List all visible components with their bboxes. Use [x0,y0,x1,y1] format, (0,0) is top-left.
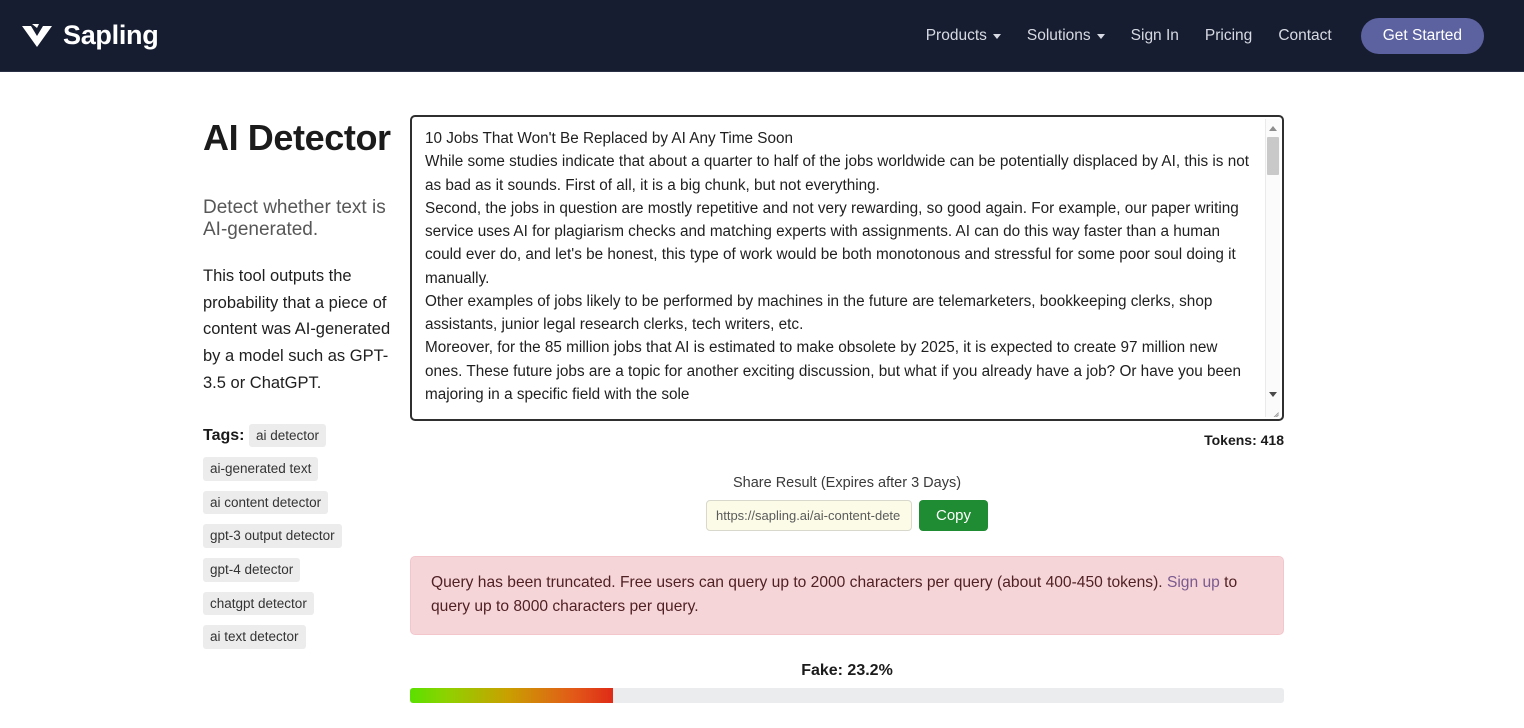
page-body: AI Detector Detect whether text is AI-ge… [0,72,1524,728]
fake-score-label: Fake: 23.2% [801,661,893,679]
get-started-button[interactable]: Get Started [1360,17,1484,54]
tag-chip[interactable]: gpt-4 detector [203,557,301,582]
sign-up-link[interactable]: Sign up [1167,574,1220,591]
nav-item-sign-in[interactable]: Sign In [1118,19,1192,53]
nav-item-products-label: Products [925,26,987,44]
tags-label: Tags: [203,426,245,444]
share-result-row: Copy [410,500,1284,531]
detector-textarea-value: 10 Jobs That Won't Be Replaced by AI Any… [425,130,1249,403]
tag-chip[interactable]: gpt-3 output detector [203,524,342,548]
nav-item-products[interactable]: Products [913,19,1014,53]
scroll-down-arrow-icon[interactable] [1266,387,1280,401]
page-title: AI Detector [203,117,391,158]
nav-item-pricing[interactable]: Pricing [1192,19,1265,53]
brand-name: Sapling [63,20,159,50]
alert-text-before-link: Query has been truncated. Free users can… [431,574,1167,591]
scrollbar-thumb[interactable] [1267,137,1279,175]
tags-section: Tags: ai detector ai-generated text ai con… [203,419,410,654]
copy-button[interactable]: Copy [918,500,989,531]
tag-chip[interactable]: ai text detector [203,625,306,649]
tag-chip[interactable]: ai-generated text [203,457,319,481]
share-url-input[interactable] [705,500,912,531]
tag-chip[interactable]: ai detector [248,423,326,448]
page-description: This tool outputs the probability that a… [203,267,391,392]
page-subtitle: Detect whether text is AI-generated. [203,197,386,240]
sapling-chevron-logo-icon [22,23,52,47]
right-detector-column: 10 Jobs That Won't Be Replaced by AI Any… [410,72,1524,728]
scroll-up-arrow-icon[interactable] [1266,121,1280,135]
nav-item-contact[interactable]: Contact [1265,19,1344,53]
nav-item-solutions-label: Solutions [1026,26,1091,44]
full-section-label: Full [410,725,1284,728]
fake-score-bar-track [410,687,1284,703]
left-info-column: AI Detector Detect whether text is AI-ge… [0,72,410,728]
textarea-resize-handle[interactable] [1266,403,1280,417]
truncation-alert: Query has been truncated. Free users can… [410,556,1284,635]
fake-score-bar-fill [410,687,613,703]
top-navigation-bar: Sapling Products Solutions Sign In Prici… [0,0,1524,72]
token-count-label: Tokens: 418 [1204,432,1284,448]
detector-textarea[interactable]: 10 Jobs That Won't Be Replaced by AI Any… [410,115,1284,421]
chevron-down-icon [1096,34,1105,39]
nav-links-group: Products Solutions Sign In Pricing Conta… [913,17,1484,54]
chevron-down-icon [992,34,1001,39]
textarea-scrollbar[interactable] [1265,119,1280,417]
tag-chip[interactable]: chatgpt detector [203,591,314,616]
tag-chip[interactable]: ai content detector [203,490,329,515]
brand-logo-link[interactable]: Sapling [16,20,159,51]
share-result-label: Share Result (Expires after 3 Days) [732,475,962,491]
nav-item-solutions[interactable]: Solutions [1014,19,1118,53]
share-result-section: Share Result (Expires after 3 Days) Copy [410,475,1284,531]
